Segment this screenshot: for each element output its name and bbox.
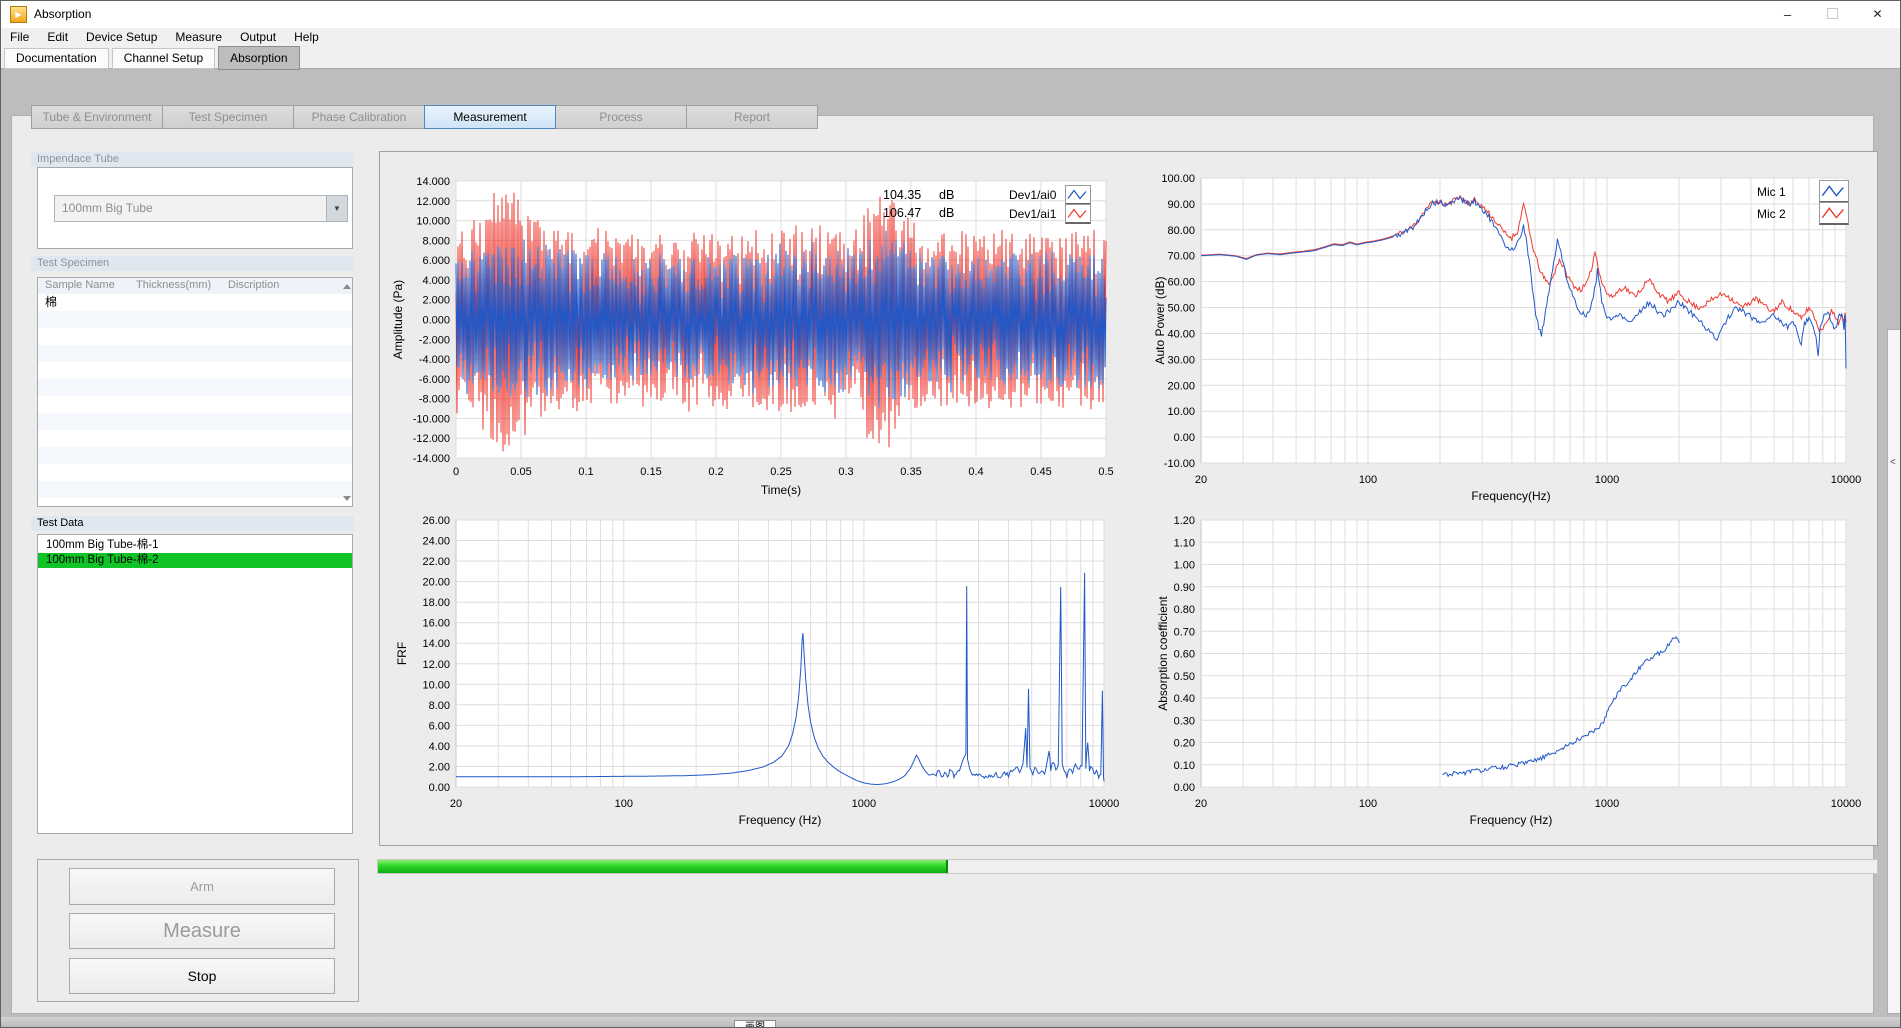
menu-item-device-setup[interactable]: Device Setup bbox=[77, 28, 166, 44]
tab-absorption[interactable]: Absorption bbox=[218, 46, 299, 70]
arm-button[interactable]: Arm bbox=[69, 868, 335, 905]
waveform-icon bbox=[1065, 185, 1091, 205]
level-readout: 104.35 dB bbox=[883, 188, 954, 202]
menu-item-measure[interactable]: Measure bbox=[166, 28, 231, 44]
legend-item[interactable]: Dev1/ai1 bbox=[1009, 204, 1091, 224]
subtab-report[interactable]: Report bbox=[686, 105, 818, 129]
waveform-icon bbox=[1819, 180, 1849, 203]
close-icon: ✕ bbox=[1872, 7, 1882, 21]
window-title: Absorption bbox=[34, 7, 91, 21]
menu-item-file[interactable]: File bbox=[1, 28, 38, 44]
test-data-header: Test Data bbox=[31, 516, 354, 531]
legend-item[interactable]: Dev1/ai0 bbox=[1009, 185, 1091, 205]
readout-unit: dB bbox=[939, 206, 954, 220]
test-data-list bbox=[37, 534, 353, 834]
app-window: ▶ Absorption – ✕ FileEditDevice SetupMea… bbox=[0, 0, 1901, 1028]
taskbar-peek[interactable]: 画图 bbox=[734, 1020, 776, 1028]
menu-item-edit[interactable]: Edit bbox=[38, 28, 77, 44]
main-tab-bar: DocumentationChannel SetupAbsorption bbox=[1, 46, 1900, 69]
measure-button[interactable]: Measure bbox=[69, 913, 335, 949]
progress-bar bbox=[377, 859, 1878, 874]
waveform-icon bbox=[1065, 204, 1091, 224]
taskbar-sliver bbox=[1, 1017, 1900, 1028]
table-row[interactable] bbox=[38, 362, 352, 379]
list-item[interactable]: 100mm Big Tube-棉-2 bbox=[38, 553, 352, 568]
progress-bar-fill bbox=[378, 860, 948, 873]
scroll-up-icon[interactable] bbox=[343, 284, 351, 289]
table-row[interactable] bbox=[38, 345, 352, 362]
legend-label: Dev1/ai1 bbox=[1009, 207, 1061, 221]
minimize-button[interactable]: – bbox=[1765, 1, 1810, 28]
legend-item[interactable]: Mic 2 bbox=[1757, 202, 1849, 225]
table-row[interactable] bbox=[38, 379, 352, 396]
subtab-process[interactable]: Process bbox=[555, 105, 687, 129]
subtab-tube-environment[interactable]: Tube & Environment bbox=[31, 105, 163, 129]
close-button[interactable]: ✕ bbox=[1855, 1, 1900, 28]
test-specimen-header: Test Specimen bbox=[31, 256, 354, 271]
legend-item[interactable]: Mic 1 bbox=[1757, 180, 1849, 203]
table-row[interactable] bbox=[38, 328, 352, 345]
table-row[interactable] bbox=[38, 311, 352, 328]
table-row[interactable]: 棉 bbox=[38, 294, 352, 311]
column-header: Sample Name bbox=[45, 279, 115, 291]
readout-value: 106.47 bbox=[883, 206, 929, 220]
app-icon: ▶ bbox=[10, 6, 27, 23]
tab-channel-setup[interactable]: Channel Setup bbox=[112, 48, 215, 69]
title-bar: ▶ Absorption – ✕ bbox=[1, 1, 1900, 28]
menu-bar: FileEditDevice SetupMeasureOutputHelp bbox=[1, 28, 1900, 47]
table-row[interactable] bbox=[38, 447, 352, 464]
scroll-down-icon[interactable] bbox=[343, 496, 351, 501]
collapse-left-icon[interactable]: < bbox=[1890, 457, 1896, 468]
level-readout: 106.47 dB bbox=[883, 206, 954, 220]
tab-documentation[interactable]: Documentation bbox=[4, 48, 109, 69]
minimize-icon: – bbox=[1784, 7, 1791, 22]
subtab-test-specimen[interactable]: Test Specimen bbox=[162, 105, 294, 129]
play-icon: ▶ bbox=[15, 10, 21, 19]
right-panel-strip[interactable] bbox=[1887, 329, 1901, 1014]
waveform-icon bbox=[1819, 202, 1849, 225]
menu-item-output[interactable]: Output bbox=[231, 28, 285, 44]
tube-dropdown[interactable]: 100mm Big Tube ▼ bbox=[54, 195, 348, 222]
legend-label: Mic 1 bbox=[1757, 185, 1801, 199]
legend-label: Dev1/ai0 bbox=[1009, 188, 1061, 202]
maximize-button[interactable] bbox=[1810, 1, 1855, 28]
legend-label: Mic 2 bbox=[1757, 207, 1801, 221]
tube-dropdown-value: 100mm Big Tube bbox=[62, 201, 153, 215]
stop-button[interactable]: Stop bbox=[69, 958, 335, 994]
maximize-icon bbox=[1827, 8, 1838, 19]
list-item[interactable]: 100mm Big Tube-棉-1 bbox=[38, 538, 352, 553]
column-header: Discription bbox=[228, 279, 279, 291]
table-row[interactable] bbox=[38, 464, 352, 481]
chevron-down-icon[interactable]: ▼ bbox=[326, 196, 347, 221]
chart-panel bbox=[379, 151, 1878, 846]
table-row[interactable] bbox=[38, 413, 352, 430]
impedance-tube-header: Impendace Tube bbox=[31, 152, 354, 167]
menu-item-help[interactable]: Help bbox=[285, 28, 328, 44]
readout-value: 104.35 bbox=[883, 188, 929, 202]
column-header: Thickness(mm) bbox=[136, 279, 211, 291]
readout-unit: dB bbox=[939, 188, 954, 202]
table-row[interactable] bbox=[38, 396, 352, 413]
table-cell: 棉 bbox=[45, 294, 57, 311]
subtab-measurement[interactable]: Measurement bbox=[424, 105, 556, 129]
table-row[interactable] bbox=[38, 430, 352, 447]
subtab-phase-calibration[interactable]: Phase Calibration bbox=[293, 105, 425, 129]
table-row[interactable] bbox=[38, 481, 352, 498]
